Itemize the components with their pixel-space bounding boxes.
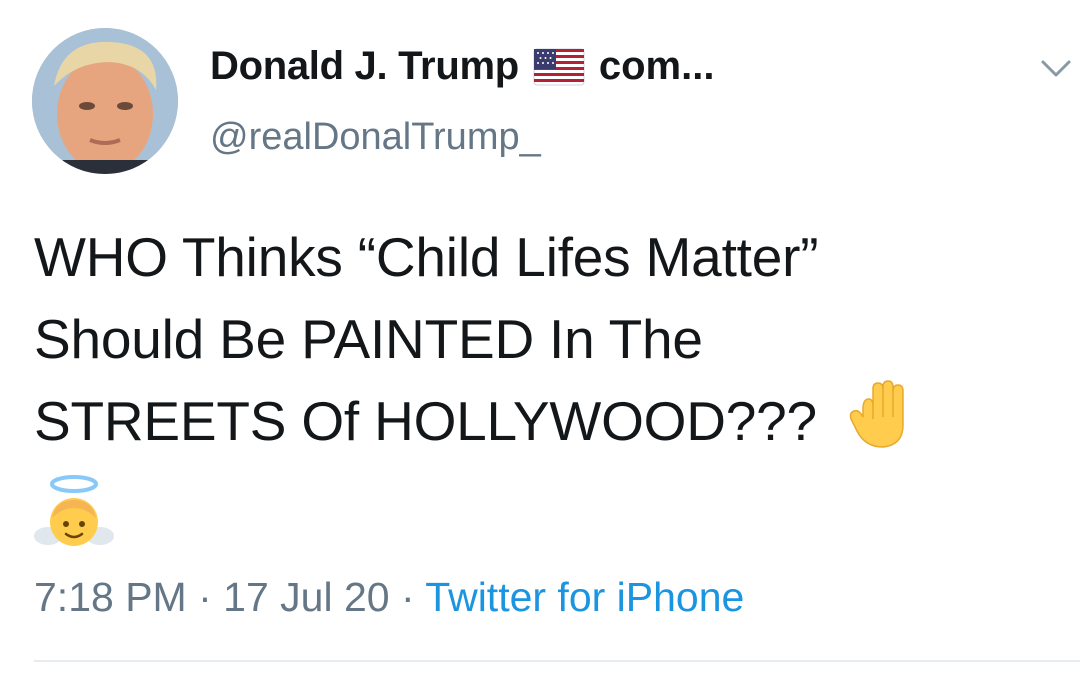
tweet-text-line-3: STREETS Of HOLLYWOOD??? — [34, 380, 1054, 462]
tweet-text-line: WHO Thinks “Child Lifes Matter” — [34, 226, 819, 288]
chevron-down-icon[interactable] — [1040, 56, 1072, 80]
tweet-text-line: Should Be PAINTED In The — [34, 308, 703, 370]
tweet-source-link[interactable]: Twitter for iPhone — [425, 574, 744, 620]
meta-separator: · — [198, 574, 212, 620]
author-display-name[interactable]: Donald J. Trump — [210, 44, 519, 89]
raised-hand-emoji-icon — [849, 380, 904, 449]
meta-separator: · — [400, 574, 415, 620]
author-name-suffix: com... — [598, 44, 715, 88]
tweet-text: WHO Thinks “Child Lifes Matter” Should B… — [34, 216, 1054, 462]
author-name-row[interactable]: Donald J. Trump com... — [210, 44, 714, 89]
us-flag-icon — [533, 48, 585, 85]
profile-photo — [32, 28, 178, 174]
tweet-date[interactable]: 17 Jul 20 — [223, 574, 389, 620]
avatar[interactable] — [32, 28, 178, 174]
tweet-time[interactable]: 7:18 PM — [34, 574, 187, 620]
tweet-meta: 7:18 PM · 17 Jul 20 · Twitter for iPhone — [34, 574, 744, 621]
angel-emoji-icon — [34, 475, 114, 546]
tweet-text-line: STREETS Of HOLLYWOOD??? — [34, 390, 817, 452]
author-handle[interactable]: @realDonalTrump_ — [210, 116, 541, 159]
divider — [34, 660, 1080, 662]
